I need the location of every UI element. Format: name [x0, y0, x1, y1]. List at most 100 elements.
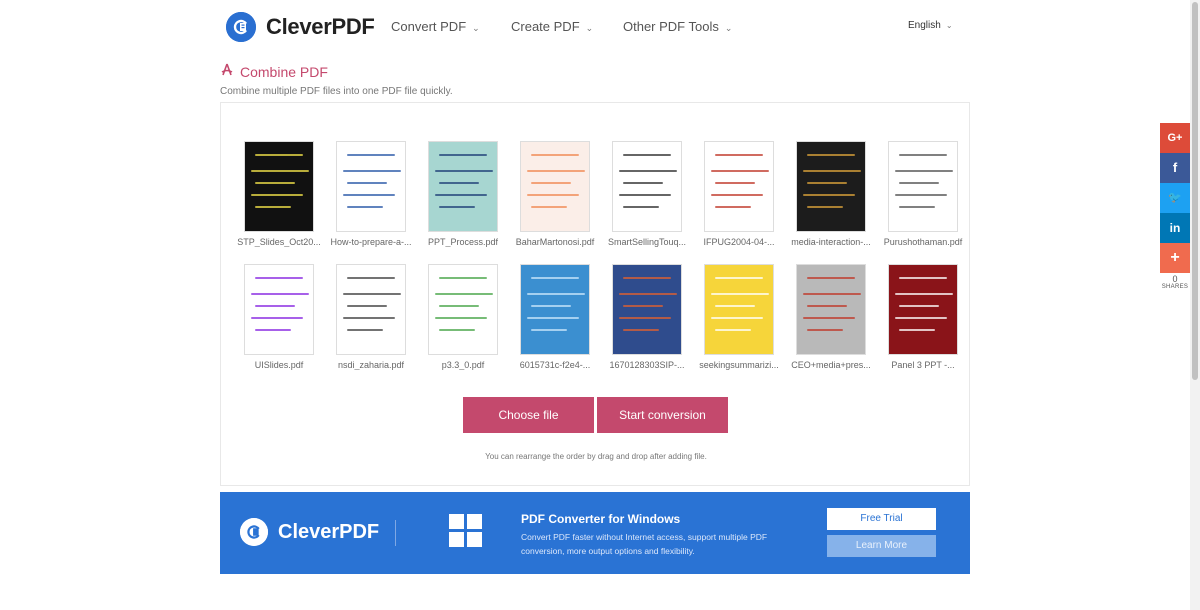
thumbnail-text-line [347, 305, 387, 307]
thumbnail-text-line [715, 305, 755, 307]
file-thumbnail [888, 141, 958, 232]
google-plus-icon[interactable]: G+ [1160, 123, 1190, 153]
file-thumbnail [520, 264, 590, 355]
nav-convert-pdf[interactable]: Convert PDF ⌄ [391, 19, 480, 34]
top-header: CleverPDF Convert PDF ⌄ Create PDF ⌄ Other… [0, 0, 1200, 54]
free-trial-button[interactable]: Free Trial [827, 508, 936, 530]
file-name: CEO+media+pres... [791, 360, 871, 370]
start-conversion-button[interactable]: Start conversion [597, 397, 728, 433]
thumbnail-text-line [527, 170, 585, 172]
file-item[interactable]: SmartSellingTouq... [601, 141, 693, 247]
nav-label: Other PDF Tools [623, 19, 719, 34]
file-item[interactable]: nsdi_zaharia.pdf [325, 264, 417, 370]
share-count: 0 [1172, 274, 1178, 284]
thumbnail-text-line [619, 194, 671, 196]
thumbnail-text-line [255, 277, 303, 279]
scrollbar-thumb[interactable] [1192, 2, 1198, 380]
thumbnail-text-line [807, 206, 843, 208]
file-name: Panel 3 PPT -... [891, 360, 955, 370]
file-item[interactable]: 1670128303SIP-... [601, 264, 693, 370]
share-plus-icon[interactable]: + [1160, 243, 1190, 273]
thumbnail-text-line [531, 329, 567, 331]
file-name: STP_Slides_Oct20... [237, 237, 321, 247]
file-item[interactable]: IFPUG2004-04-... [693, 141, 785, 247]
language-label: English [908, 20, 941, 31]
file-item[interactable]: BaharMartonosi.pdf [509, 141, 601, 247]
thumbnail-text-line [347, 329, 383, 331]
thumbnail-text-line [807, 182, 847, 184]
thumbnail-text-line [623, 182, 663, 184]
thumbnail-text-line [807, 277, 855, 279]
thumbnail-text-line [895, 170, 953, 172]
thumbnail-text-line [435, 317, 487, 319]
thumbnail-text-line [343, 317, 395, 319]
nav-create-pdf[interactable]: Create PDF ⌄ [511, 19, 593, 34]
thumbnail-text-line [803, 170, 861, 172]
linkedin-icon[interactable]: in [1160, 213, 1190, 243]
windows-icon [449, 514, 482, 547]
file-item[interactable]: CEO+media+pres... [785, 264, 877, 370]
thumbnail-text-line [439, 329, 475, 331]
thumbnail-text-line [715, 329, 751, 331]
choose-file-button[interactable]: Choose file [463, 397, 594, 433]
thumbnail-text-line [803, 317, 855, 319]
thumbnail-text-line [347, 182, 387, 184]
thumbnail-text-line [899, 329, 935, 331]
file-item[interactable]: PPT_Process.pdf [417, 141, 509, 247]
file-thumbnail [796, 141, 866, 232]
file-item[interactable]: media-interaction-... [785, 141, 877, 247]
thumbnail-text-line [715, 182, 755, 184]
file-name: p3.3_0.pdf [441, 360, 485, 370]
file-thumbnail [520, 141, 590, 232]
thumbnail-text-line [619, 293, 677, 295]
cleverpdf-logo-icon [226, 12, 256, 42]
language-selector[interactable]: English ⌄ [908, 20, 953, 31]
thumbnail-text-line [899, 206, 935, 208]
file-name: 6015731c-f2e4-... [519, 360, 591, 370]
file-name: seekingsummarizi... [699, 360, 779, 370]
brand-logo[interactable]: CleverPDF [226, 12, 375, 42]
file-thumbnail [428, 264, 498, 355]
thumbnail-text-line [343, 170, 401, 172]
thumbnail-text-line [623, 329, 659, 331]
thumbnail-text-line [347, 206, 383, 208]
thumbnail-text-line [435, 194, 487, 196]
thumbnail-text-line [711, 293, 769, 295]
file-item[interactable]: 6015731c-f2e4-... [509, 264, 601, 370]
nav-other-pdf-tools[interactable]: Other PDF Tools ⌄ [623, 19, 732, 34]
file-name: Purushothaman.pdf [883, 237, 963, 247]
file-name: media-interaction-... [791, 237, 871, 247]
thumbnail-text-line [531, 305, 571, 307]
thumbnail-text-line [255, 329, 291, 331]
file-item[interactable]: seekingsummarizi... [693, 264, 785, 370]
file-thumbnail [704, 264, 774, 355]
thumbnail-text-line [623, 154, 671, 156]
thumbnail-text-line [899, 182, 939, 184]
file-item[interactable]: UISlides.pdf [233, 264, 325, 370]
twitter-icon[interactable]: 🐦 [1160, 183, 1190, 213]
thumbnail-text-line [807, 305, 847, 307]
banner-logo: CleverPDF [240, 518, 379, 546]
file-item[interactable]: Purushothaman.pdf [877, 141, 969, 247]
thumbnail-text-line [527, 194, 579, 196]
page-title: Combine PDF [220, 62, 328, 82]
thumbnail-text-line [527, 317, 579, 319]
thumbnail-text-line [619, 170, 677, 172]
file-name: SmartSellingTouq... [607, 237, 687, 247]
file-item[interactable]: Panel 3 PPT -... [877, 264, 969, 370]
file-name: 1670128303SIP-... [609, 360, 685, 370]
thumbnail-text-line [439, 277, 487, 279]
file-name: nsdi_zaharia.pdf [337, 360, 405, 370]
chevron-down-icon: ⌄ [585, 23, 594, 33]
thumbnail-text-line [347, 154, 395, 156]
thumbnail-text-line [439, 182, 479, 184]
thumbnail-text-line [251, 293, 309, 295]
learn-more-button[interactable]: Learn More [827, 535, 936, 557]
file-item[interactable]: How-to-prepare-a-... [325, 141, 417, 247]
facebook-icon[interactable]: f [1160, 153, 1190, 183]
thumbnail-text-line [343, 194, 395, 196]
chevron-down-icon: ⌄ [945, 21, 953, 30]
thumbnail-text-line [715, 206, 751, 208]
file-item[interactable]: STP_Slides_Oct20... [233, 141, 325, 247]
file-item[interactable]: p3.3_0.pdf [417, 264, 509, 370]
